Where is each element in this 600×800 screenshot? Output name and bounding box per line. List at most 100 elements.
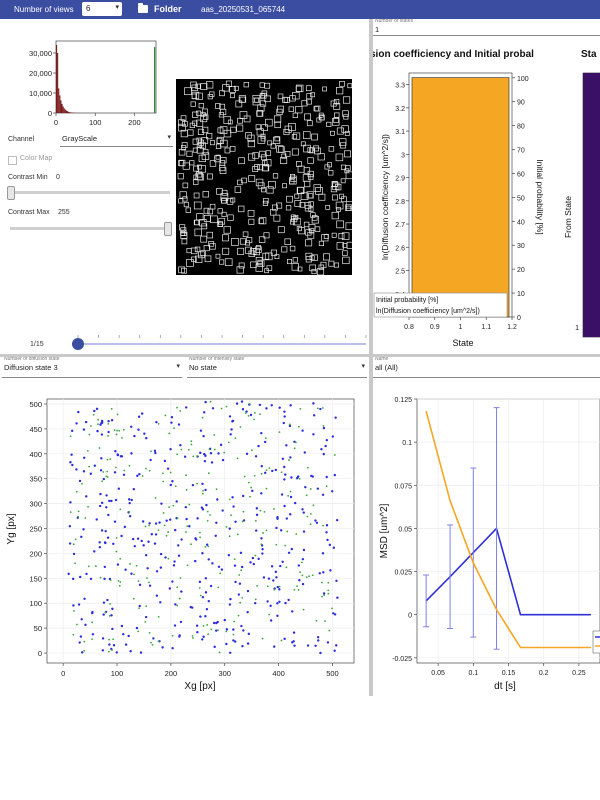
- scatter-point: [105, 506, 108, 509]
- scatter-point: [221, 509, 224, 512]
- chevron-down-icon: ▾: [361, 363, 365, 370]
- bar-y-tick-label: 2.7: [395, 222, 405, 229]
- scatter-point: [130, 498, 133, 502]
- colormap-label: Color Map: [20, 155, 53, 162]
- scatter-point: [333, 649, 336, 652]
- scatter-point: [220, 407, 223, 410]
- scatter-point: [217, 565, 221, 568]
- scatter-point: [84, 420, 88, 424]
- scatter-point: [154, 451, 157, 455]
- scatter-point: [211, 562, 214, 565]
- scatter-point: [297, 589, 300, 591]
- scatter-y-tick-label: 200: [29, 549, 42, 558]
- state-bar: [411, 77, 510, 318]
- scatter-point: [68, 542, 72, 545]
- colormap-checkbox[interactable]: [8, 156, 17, 165]
- scatter-point: [133, 573, 135, 576]
- scatter-point: [122, 632, 125, 636]
- scatter-point: [83, 649, 86, 652]
- horizontal-splitter[interactable]: [0, 354, 600, 357]
- scatter-point: [278, 406, 281, 409]
- scatter-point: [297, 564, 301, 567]
- scatter-point: [230, 428, 233, 431]
- scatter-point: [225, 526, 228, 528]
- scatter-point: [89, 472, 93, 475]
- scatter-point: [231, 496, 234, 499]
- scatter-point: [331, 490, 334, 493]
- scatter-point: [140, 412, 144, 415]
- scatter-point: [247, 481, 250, 484]
- scatter-point: [165, 519, 168, 522]
- contrast-max-thumb[interactable]: [164, 222, 172, 236]
- views-select[interactable]: 6 ▾: [82, 2, 122, 16]
- scatter-point: [147, 581, 150, 584]
- scatter-point: [169, 471, 172, 474]
- contrast-min-slider[interactable]: [10, 191, 170, 194]
- scatter-point: [299, 571, 302, 574]
- scatter-point: [318, 572, 321, 575]
- number-of-states-field[interactable]: Number of states 1: [373, 18, 600, 36]
- legend-item-diffusion: ln(Diffusion coefficiency [um^2/s]): [376, 308, 480, 315]
- scatter-point: [289, 404, 292, 407]
- scatter-point: [123, 525, 127, 529]
- diffusion-state-select[interactable]: Number of diffusion state Diffusion stat…: [2, 356, 182, 378]
- scatter-point: [269, 619, 273, 622]
- scatter-point: [258, 403, 262, 407]
- frame-slider-thumb[interactable]: [72, 338, 84, 350]
- channel-select[interactable]: GrayScale ▾: [60, 132, 173, 147]
- scatter-point: [233, 640, 237, 643]
- contrast-max-slider[interactable]: [10, 227, 170, 230]
- scatter-point: [112, 542, 115, 546]
- contrast-min-thumb[interactable]: [7, 186, 15, 200]
- scatter-point: [101, 480, 104, 483]
- frame-slider[interactable]: [70, 332, 368, 352]
- scatter-point: [190, 543, 192, 546]
- scatter-point: [154, 497, 157, 499]
- scatter-point: [144, 525, 147, 528]
- scatter-point: [255, 507, 259, 510]
- scatter-point: [220, 568, 224, 571]
- scatter-point: [257, 444, 260, 448]
- scatter-x-tick-label: 200: [165, 669, 178, 678]
- scatter-point: [329, 569, 332, 572]
- scatter-point: [177, 423, 181, 426]
- microscope-image[interactable]: [176, 79, 352, 275]
- scatter-point: [107, 422, 110, 425]
- scatter-point: [76, 623, 78, 626]
- scatter-point: [332, 612, 335, 615]
- vertical-splitter[interactable]: [369, 19, 373, 696]
- scatter-point: [68, 524, 72, 528]
- scatter-point: [246, 610, 249, 614]
- scatter-point: [202, 490, 204, 492]
- scatter-point: [217, 629, 219, 632]
- scatter-point: [107, 434, 109, 437]
- scatter-point: [147, 540, 150, 543]
- scatter-point: [241, 596, 244, 599]
- scatter-point: [239, 551, 243, 555]
- scatter-point: [155, 420, 158, 424]
- name-select[interactable]: Name all (All): [373, 356, 600, 378]
- scatter-point: [133, 434, 136, 438]
- scatter-point: [84, 517, 87, 519]
- histogram-bars: [56, 45, 156, 113]
- scatter-point: [321, 493, 325, 496]
- transition-y-tick: 1: [575, 325, 579, 332]
- scatter-point: [100, 421, 103, 425]
- folder-button[interactable]: Folder: [136, 2, 188, 17]
- scatter-point: [112, 644, 116, 647]
- scatter-point: [179, 410, 182, 412]
- scatter-point: [204, 488, 207, 492]
- scatter-point: [150, 450, 152, 453]
- scatter-point: [209, 584, 213, 588]
- histogram-bar: [61, 103, 63, 113]
- scatter-point: [325, 438, 329, 442]
- scatter-point: [115, 550, 118, 553]
- scatter-point: [102, 471, 105, 473]
- scatter-point: [208, 448, 211, 451]
- scatter-frame: [46, 398, 355, 664]
- histogram-bar: [60, 100, 62, 113]
- scatter-point: [80, 535, 83, 539]
- intensity-state-select[interactable]: Number of intensity state No state ▾: [187, 356, 367, 378]
- scatter-point: [280, 493, 284, 496]
- scatter-point: [331, 435, 334, 438]
